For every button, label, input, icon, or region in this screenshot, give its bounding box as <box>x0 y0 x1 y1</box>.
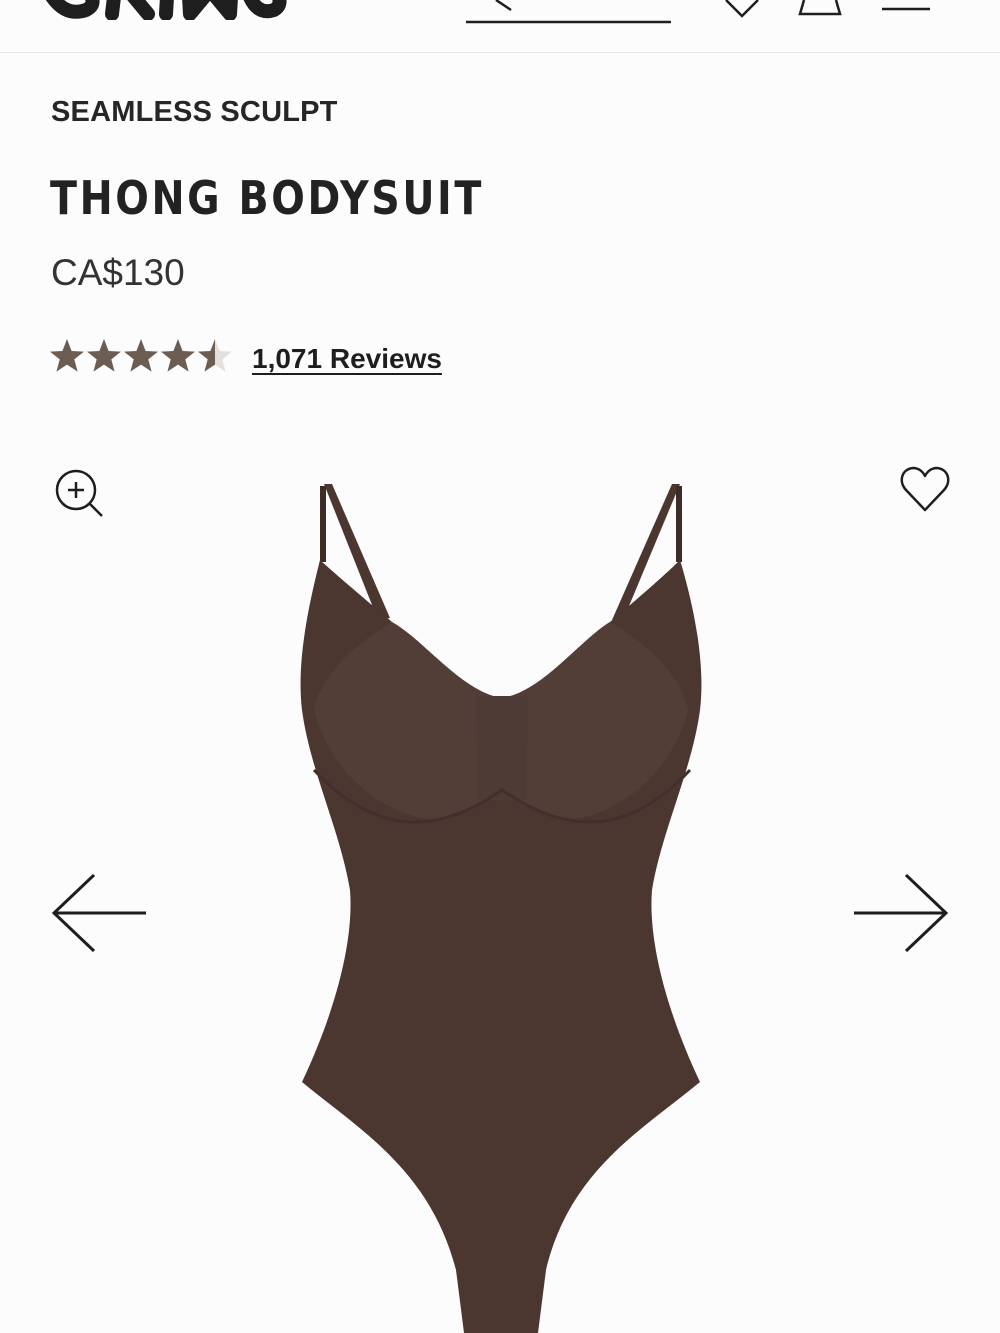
skims-logo[interactable] <box>38 0 288 20</box>
heart-outline-icon <box>900 466 950 512</box>
shopping-bag-icon <box>798 0 842 16</box>
product-title: THONG BODYSUIT <box>50 171 484 225</box>
star-icon <box>124 339 158 372</box>
wishlist-button[interactable] <box>722 0 762 20</box>
next-image-button[interactable] <box>848 870 952 956</box>
star-rating[interactable] <box>49 337 235 375</box>
search-back-arrow-icon <box>466 0 671 24</box>
previous-image-button[interactable] <box>48 870 152 956</box>
star-icon <box>50 339 84 372</box>
product-price: CA$130 <box>51 252 185 293</box>
favorite-button[interactable] <box>898 464 952 516</box>
star-icon <box>161 339 195 372</box>
shopping-bag-button[interactable] <box>798 0 844 20</box>
collection-name: SEAMLESS SCULPT <box>51 96 338 128</box>
zoom-in-icon <box>55 469 103 517</box>
star-icon <box>87 339 121 372</box>
half-star-icon <box>198 339 232 372</box>
site-header <box>0 0 1000 53</box>
reviews-link[interactable]: 1,071 Reviews <box>252 343 442 375</box>
thong-bodysuit-image <box>280 470 720 1333</box>
menu-button[interactable] <box>880 0 932 14</box>
hamburger-menu-icon <box>882 7 930 11</box>
heart-icon <box>725 0 759 18</box>
zoom-button[interactable] <box>52 466 108 522</box>
arrow-left-icon <box>51 873 146 953</box>
arrow-right-icon <box>854 873 949 953</box>
search-bar[interactable] <box>466 0 671 24</box>
